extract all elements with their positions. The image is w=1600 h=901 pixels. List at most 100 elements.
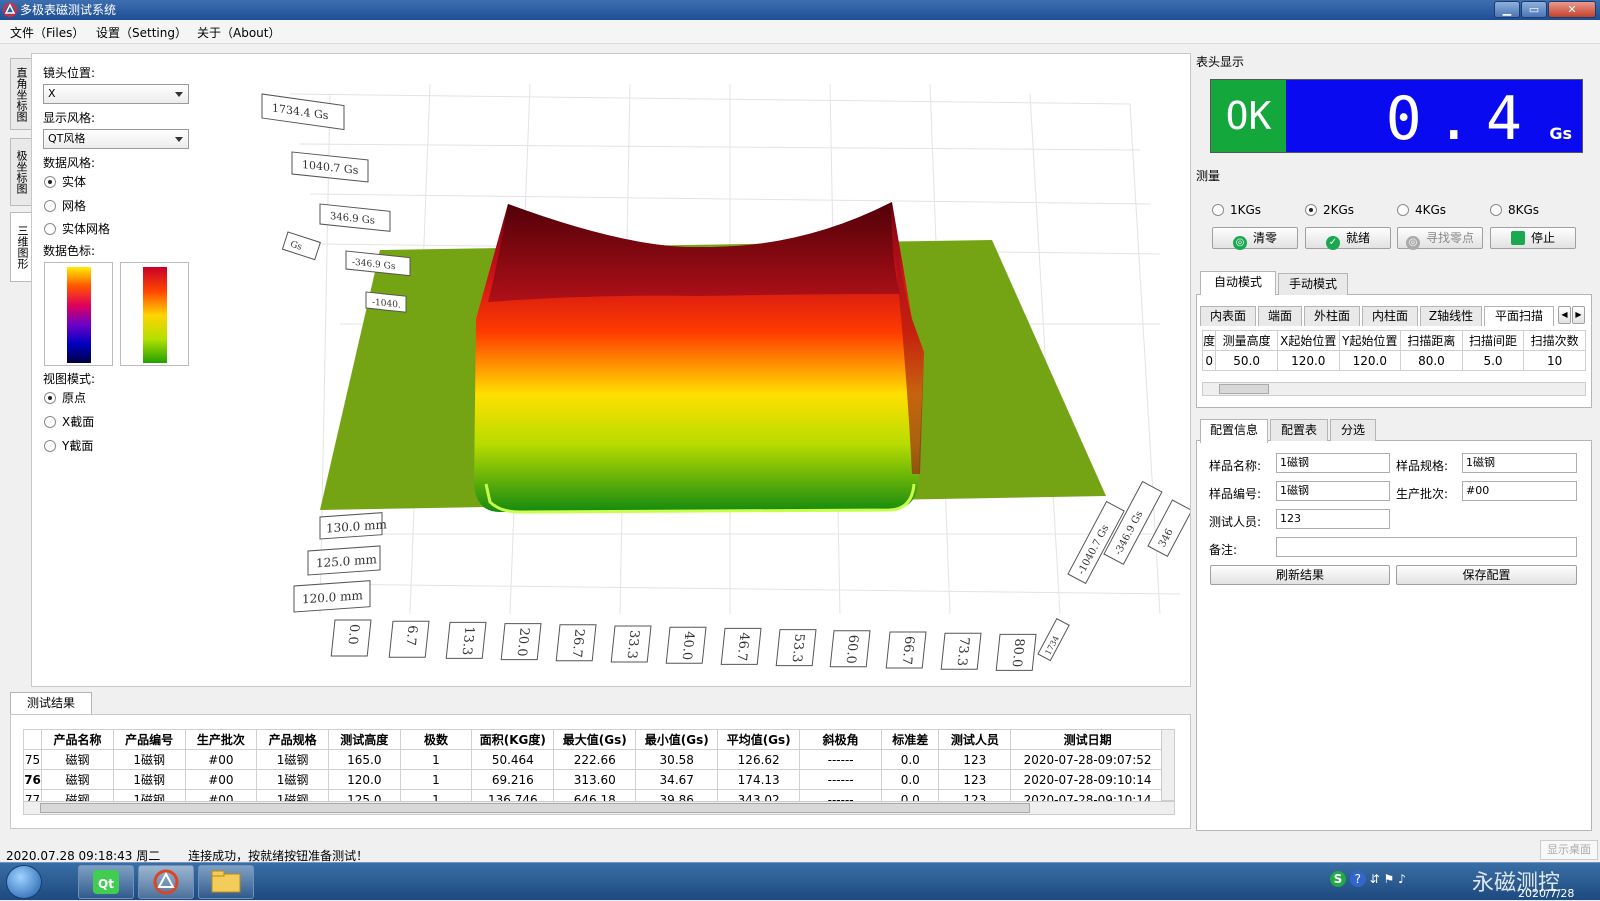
show-desktop-button[interactable]: 显示桌面 <box>1540 840 1598 860</box>
config-tab-0[interactable]: 配置信息 <box>1200 419 1268 443</box>
result-col-header[interactable]: 产品编号 <box>112 729 186 750</box>
help-icon[interactable]: ? <box>1349 871 1366 887</box>
start-button[interactable] <box>6 865 42 899</box>
sample-no-label: 样品编号: <box>1209 487 1262 501</box>
scan-cell[interactable]: 120.0 <box>1276 350 1340 371</box>
result-col-header[interactable]: 平均值(Gs) <box>717 729 801 750</box>
result-col-header[interactable]: 产品规格 <box>256 729 329 750</box>
scan-col-header[interactable]: Y起始位置 <box>1338 330 1402 351</box>
minimize-button[interactable]: ▁ <box>1494 1 1520 18</box>
result-col-header[interactable]: 测试人员 <box>938 729 1012 750</box>
result-col-header[interactable]: 最大值(Gs) <box>553 729 637 750</box>
scan-param-table[interactable]: 度测量高度 X起始位置 Y起始位置 扫描距离 扫描间距 扫描次数 0 50.0 120.0 120… <box>1201 330 1586 371</box>
close-button[interactable]: ✕ <box>1548 1 1596 18</box>
range-radio-0[interactable]: 1KGs <box>1212 202 1261 218</box>
result-col-header[interactable]: 斜极角 <box>799 729 883 750</box>
config-tab-1[interactable]: 配置表 <box>1270 419 1328 441</box>
scan-tab-5[interactable]: 平面扫描 <box>1484 306 1554 326</box>
range-radio-1[interactable]: 2KGs <box>1305 202 1354 218</box>
radio-solid-mesh[interactable]: 实体网格 <box>44 221 110 237</box>
scan-tab-3[interactable]: 内柱面 <box>1362 306 1418 326</box>
menu-setting[interactable]: 设置（Setting） <box>96 24 187 41</box>
menu-about[interactable]: 关于（About） <box>197 24 280 41</box>
network-icon[interactable]: ⇵ <box>1370 872 1380 886</box>
ready-button[interactable]: ✓ 就绪 <box>1305 227 1391 250</box>
results-vscrollbar[interactable] <box>1161 729 1175 801</box>
qt-icon: Qt <box>93 870 119 894</box>
colorbar-heat[interactable] <box>120 262 189 366</box>
tab-test-results[interactable]: 测试结果 <box>10 692 92 716</box>
flag-icon[interactable]: ⚑ <box>1384 872 1395 886</box>
svg-text:Qt: Qt <box>98 877 114 891</box>
batch-input[interactable]: #00 <box>1462 481 1577 501</box>
scan-col-header[interactable]: X起始位置 <box>1276 330 1340 351</box>
range-radio-2[interactable]: 4KGs <box>1397 202 1446 218</box>
scan-col-header[interactable]: 扫描间距 <box>1461 330 1525 351</box>
taskbar-explorer[interactable] <box>198 865 254 899</box>
tester-input[interactable]: 123 <box>1276 509 1390 529</box>
scan-col-header[interactable]: 测量高度 <box>1215 330 1278 351</box>
note-input[interactable] <box>1276 537 1577 557</box>
scan-col-header[interactable]: 扫描次数 <box>1523 330 1586 351</box>
lens-select[interactable]: X <box>43 84 189 104</box>
scan-col-header[interactable]: 扫描距离 <box>1400 330 1463 351</box>
zero-button[interactable]: ◎ 清零 <box>1212 227 1298 250</box>
colorbar-rainbow[interactable] <box>44 262 113 366</box>
config-tab-2[interactable]: 分选 <box>1330 419 1376 441</box>
scan-cell[interactable]: 0 <box>1201 350 1217 371</box>
3d-surface-plot[interactable]: 1734.4 Gs 1040.7 Gs 346.9 Gs -346.9 Gs -… <box>200 54 1190 684</box>
stop-button[interactable]: 停止 <box>1490 227 1576 249</box>
results-table[interactable]: 产品名称 产品编号 生产批次 产品规格 测试高度 极数 面积(KG度) 最大值(Gs) 最小值(… <box>22 729 1165 810</box>
taskbar-qt-app[interactable]: Qt <box>78 865 134 899</box>
radio-solid[interactable]: 实体 <box>44 174 86 190</box>
tab-cartesian[interactable]: 直角坐标图 <box>10 58 32 130</box>
scan-tab-1[interactable]: 端面 <box>1258 306 1302 326</box>
result-col-header[interactable]: 极数 <box>399 729 473 750</box>
refresh-result-button[interactable]: 刷新结果 <box>1210 565 1390 585</box>
tab-scroll-left[interactable]: ◀ <box>1558 306 1571 324</box>
scan-cell[interactable]: 120.0 <box>1338 350 1402 371</box>
sample-no-input[interactable]: 1磁钢 <box>1276 481 1390 501</box>
maximize-button[interactable]: ▭ <box>1521 1 1547 18</box>
sample-name-input[interactable]: 1磁钢 <box>1276 453 1390 473</box>
table-row[interactable]: 76 磁钢 1磁钢 #00 1磁钢 120.0 1 69.216 313.60 34.67 174.… <box>22 769 1165 790</box>
range-radio-3[interactable]: 8KGs <box>1490 202 1539 218</box>
find-zero-button[interactable]: ◎ 寻找零点 <box>1397 227 1483 250</box>
scan-tab-2[interactable]: 外柱面 <box>1304 306 1360 326</box>
speaker-icon[interactable]: ♪ <box>1398 872 1406 886</box>
results-hscrollbar[interactable] <box>23 801 1175 815</box>
taskbar-magnet-app[interactable] <box>138 865 194 899</box>
radio-y-section[interactable]: Y截面 <box>44 438 93 454</box>
scan-tab-4[interactable]: Z轴线性 <box>1420 306 1482 326</box>
tray-date[interactable]: 2020/7/28 <box>1518 887 1574 900</box>
tab-polar[interactable]: 极坐标图 <box>10 138 32 206</box>
tab-scroll-right[interactable]: ▶ <box>1572 306 1585 324</box>
scan-cell[interactable]: 5.0 <box>1461 350 1525 371</box>
save-config-button[interactable]: 保存配置 <box>1396 565 1577 585</box>
result-col-header[interactable]: 生产批次 <box>184 729 258 750</box>
result-col-header[interactable]: 最小值(Gs) <box>635 729 719 750</box>
radio-origin[interactable]: 原点 <box>44 390 86 406</box>
radio-x-section[interactable]: X截面 <box>44 414 94 430</box>
tab-auto-mode[interactable]: 自动模式 <box>1200 271 1276 295</box>
scan-cell[interactable]: 80.0 <box>1400 350 1463 371</box>
result-col-header[interactable]: 测试日期 <box>1010 729 1165 750</box>
result-col-header[interactable]: 面积(KG度) <box>471 729 555 750</box>
scan-tab-0[interactable]: 内表面 <box>1200 306 1256 326</box>
sample-spec-input[interactable]: 1磁钢 <box>1462 453 1577 473</box>
tab-3d[interactable]: 三维图形 <box>10 212 32 282</box>
scan-table-scrollbar[interactable] <box>1202 382 1586 396</box>
menu-files[interactable]: 文件（Files） <box>10 24 84 41</box>
scan-cell[interactable]: 10 <box>1523 350 1586 371</box>
scan-col-header[interactable]: 度 <box>1201 330 1217 351</box>
radio-mesh[interactable]: 网格 <box>44 198 86 214</box>
tray-s-icon[interactable]: S <box>1330 871 1346 887</box>
style-select[interactable]: QT风格 <box>43 129 189 149</box>
tab-manual-mode[interactable]: 手动模式 <box>1278 273 1348 295</box>
table-row[interactable]: 75 磁钢 1磁钢 #00 1磁钢 165.0 1 50.464 222.66 30.58 126.… <box>22 749 1165 770</box>
result-col-header[interactable]: 测试高度 <box>327 729 401 750</box>
result-cell: 34.67 <box>635 769 719 790</box>
result-col-header[interactable]: 标准差 <box>881 729 940 750</box>
scan-cell[interactable]: 50.0 <box>1215 350 1278 371</box>
result-col-header[interactable]: 产品名称 <box>41 729 114 750</box>
